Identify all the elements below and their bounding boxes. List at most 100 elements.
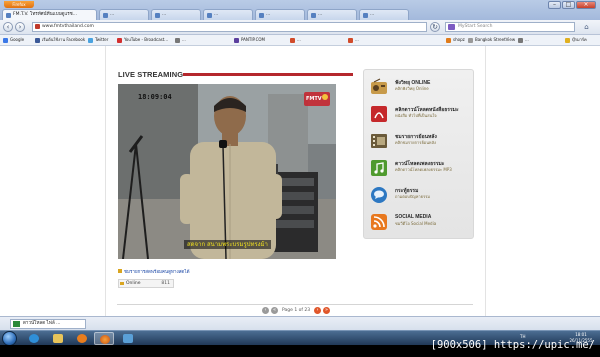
- bookmark-label: Twitter: [95, 37, 109, 42]
- bookmark-label: Bangkok StreetView: [475, 37, 516, 42]
- sidebar-item-title: SOCIAL MEDIA: [395, 214, 432, 220]
- sidebar-item-download-books[interactable]: คลิกดาวน์โหลดหนังสือธรรมะ หนังสือ ทั่วไป…: [370, 105, 470, 127]
- sidebar-item-subtitle: ถามตอบปัญหาธรรม: [395, 194, 431, 199]
- bookmark-pantip[interactable]: PANTIP.COM: [234, 36, 265, 44]
- pantip-icon: [234, 37, 239, 43]
- prev-page-button[interactable]: ‹: [262, 307, 269, 314]
- tab-label: ...: [162, 12, 167, 17]
- bookmarks-bar: Google เริ่มต้นใช้งาน Facebook Twitter Y…: [0, 35, 600, 46]
- tab-favicon-icon: [6, 13, 11, 18]
- last-page-button[interactable]: »: [323, 307, 330, 314]
- pagination-label: Page 1 of 23: [282, 308, 311, 313]
- folder-icon: [53, 334, 63, 343]
- film-icon: [371, 134, 387, 148]
- bookmark-facebook[interactable]: เริ่มต้นใช้งาน Facebook: [35, 36, 85, 44]
- taskbar-app-explorer[interactable]: [48, 332, 68, 345]
- browser-tab[interactable]: ...: [151, 9, 201, 20]
- browser-tab[interactable]: ...: [99, 9, 149, 20]
- search-placeholder: MyStart Search: [458, 24, 493, 29]
- twitter-icon: [88, 37, 93, 43]
- browser-tab[interactable]: ...: [255, 9, 305, 20]
- bookmark-label: YouTube - Broadcast...: [124, 37, 169, 42]
- tab-label: ...: [266, 12, 271, 17]
- bookmark-shopz[interactable]: shopz: [446, 36, 465, 44]
- sidebar-item-radio-online[interactable]: ฟังวิทยุ ONLINE คลิกฟังวิทยุ Online: [370, 78, 470, 100]
- taskbar-app-ie[interactable]: [24, 332, 44, 345]
- bookmark-item[interactable]: ...: [518, 36, 529, 44]
- start-button[interactable]: [2, 331, 17, 345]
- youtube-icon: [117, 37, 122, 43]
- back-button[interactable]: ‹: [3, 22, 13, 32]
- bookmark-item[interactable]: ...: [290, 36, 301, 44]
- forward-button[interactable]: ›: [15, 22, 25, 32]
- bookmark-label: PANTIP.COM: [241, 37, 265, 42]
- window-close-button[interactable]: ×: [576, 1, 596, 9]
- sidebar-item-social-media[interactable]: SOCIAL MEDIA ชมวีดีโอ Social Media: [370, 213, 470, 235]
- heading-rule: [183, 73, 353, 76]
- music-icon: [371, 160, 387, 176]
- bookmark-icon: [348, 37, 353, 43]
- bookmark-label: เริ่มต้นใช้งาน Facebook: [42, 37, 86, 42]
- bookmark-label: ...: [182, 37, 186, 42]
- content-border: [105, 46, 106, 316]
- sidebar-item-subtitle: หนังสือ ทั่วไปที่เป็นสนใจ: [395, 113, 437, 118]
- sidebar-item-dharma-forum[interactable]: กระทู้ธรรม ถามตอบปัญหาธรรม: [370, 186, 470, 208]
- firefox-menu-button[interactable]: Firefox: [4, 1, 34, 8]
- browser-tab[interactable]: ...: [307, 9, 357, 20]
- browser-tab[interactable]: ...: [203, 9, 253, 20]
- browser-tab[interactable]: ...: [359, 9, 409, 20]
- sidebar-item-download-songs[interactable]: ดาวน์โหลดเพลงธรรมะ คลิกดาวน์โหลดเพลงธรรม…: [370, 159, 470, 181]
- section-heading: LIVE STREAMING: [118, 70, 184, 79]
- url-bar[interactable]: www.fmtvthailand.com: [32, 22, 427, 32]
- radio-icon: [371, 78, 387, 94]
- tab-favicon-icon: [311, 13, 316, 18]
- taskbar-app-media-player[interactable]: [72, 332, 92, 345]
- window-minimize-button[interactable]: –: [548, 1, 561, 9]
- video-frame-image: [118, 84, 336, 259]
- app-icon: [123, 334, 133, 343]
- sidebar-item-subtitle: คลิกดาวน์โหลดเพลงธรรมะ MP3: [395, 167, 452, 172]
- search-input[interactable]: MyStart Search: [445, 22, 575, 32]
- bookmark-twitter[interactable]: Twitter: [88, 36, 108, 44]
- chat-icon: [371, 187, 387, 203]
- live-viewers-link[interactable]: ชมรายการสดพร้อมคนดูทางสดได้: [118, 268, 190, 275]
- tab-label: ...: [318, 12, 323, 17]
- first-page-button[interactable]: «: [271, 307, 278, 314]
- sidebar-item-subtitle: คลิกชมรายการย้อนหลัง: [395, 140, 436, 145]
- bookmark-youtube[interactable]: YouTube - Broadcast...: [117, 36, 168, 44]
- image-watermark: [900x506] https://upic.me/: [430, 339, 595, 351]
- bookmark-label: shopz: [453, 37, 465, 42]
- tab-favicon-icon: [259, 13, 264, 18]
- bookmark-item[interactable]: ...: [348, 36, 359, 44]
- firefox-icon: [100, 335, 110, 344]
- bookmark-item[interactable]: ...: [175, 36, 186, 44]
- sidebar-item-past-programs[interactable]: ชมรายการย้อนหลัง คลิกชมรายการย้อนหลัง: [370, 132, 470, 154]
- rss-icon: [371, 214, 387, 230]
- bookmarks-menu[interactable]: บุ๊กมาร์ค: [565, 36, 587, 44]
- taskbar-app-firefox[interactable]: [94, 332, 114, 345]
- screen: Firefox FM.T.V. โทรทัศน์ทีนเเบบดูแรช... …: [0, 0, 600, 345]
- video-player[interactable]: 18:09:04 FMTV สดจาก สนามพระบรมรูปทรงม้า: [118, 84, 336, 259]
- tab-favicon-icon: [207, 13, 212, 18]
- bookmark-icon: [175, 37, 180, 43]
- next-page-button[interactable]: ›: [314, 307, 321, 314]
- tab-label: ...: [370, 12, 375, 17]
- bookmark-icon: [468, 37, 473, 43]
- download-icon: [13, 321, 20, 327]
- content-border: [485, 46, 486, 316]
- browser-tab[interactable]: FM.T.V. โทรทัศน์ทีนเเบบดูแรช...: [2, 9, 97, 20]
- channel-logo-text: FMTV: [306, 96, 322, 102]
- sidebar-item-subtitle: ชมวีดีโอ Social Media: [395, 221, 437, 226]
- bookmark-google[interactable]: Google: [3, 36, 24, 44]
- reload-button[interactable]: ↻: [430, 22, 440, 32]
- bookmark-label: ...: [355, 37, 359, 42]
- bookmark-streetview[interactable]: Bangkok StreetView: [468, 36, 515, 44]
- window-maximize-button[interactable]: □: [562, 1, 575, 9]
- pdf-icon: [371, 106, 387, 122]
- tab-label: ...: [110, 12, 115, 17]
- home-button[interactable]: ⌂: [582, 23, 591, 31]
- navigation-bar: ‹ › www.fmtvthailand.com ↻ MyStart Searc…: [0, 20, 600, 35]
- tab-favicon-icon: [363, 13, 368, 18]
- download-item[interactable]: ดาวน์โหลด ไฟล์ ...: [10, 319, 86, 329]
- taskbar-app-misc[interactable]: [118, 332, 138, 345]
